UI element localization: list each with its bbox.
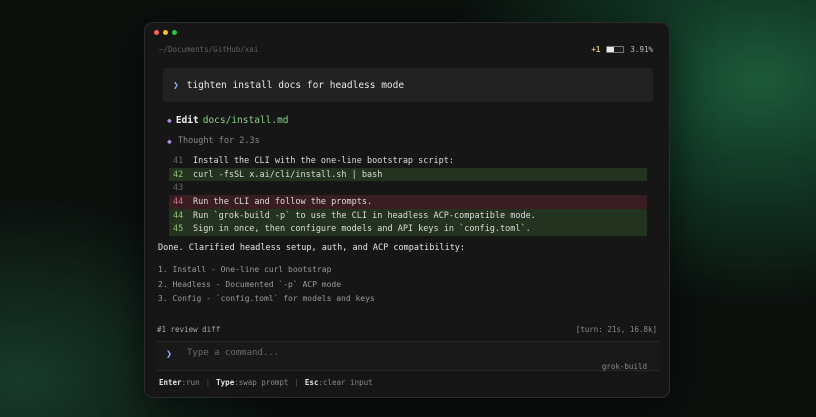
diff-line-text: Install the CLI with the one-line bootst… bbox=[193, 155, 454, 166]
diff-line: 43 bbox=[169, 181, 647, 195]
hint-key: Esc bbox=[304, 378, 319, 387]
diff-line-text: Run `grok-build -p` to use the CLI in he… bbox=[193, 210, 536, 221]
summary-done: Done. Clarified headless setup, auth, an… bbox=[158, 243, 466, 253]
hint-separator: | bbox=[205, 378, 211, 387]
hint-action: :run bbox=[181, 378, 200, 387]
window-controls bbox=[154, 30, 177, 35]
change-count: +1 bbox=[591, 45, 601, 54]
terminal-window: ~/Documents/GitHub/xai +1 3.91% ❯ tighte… bbox=[144, 22, 670, 398]
review-diff-label[interactable]: #1 review diff bbox=[157, 325, 220, 334]
diff-line-text: Run the CLI and follow the prompts. bbox=[193, 196, 373, 207]
diff-line: 45 Sign in once, then configure models an… bbox=[169, 222, 647, 237]
thought-text: Thought for 2.3s bbox=[177, 136, 260, 146]
diff-line: 42 curl -fsSL x.ai/cli/install.sh | bash bbox=[169, 167, 647, 182]
hint-action: :clear input bbox=[318, 378, 373, 387]
diff-line-number: 42 bbox=[173, 169, 184, 180]
hint-key: Type bbox=[216, 378, 235, 387]
status-bar: +1 3.91% bbox=[591, 45, 653, 54]
turn-stats: [turn: 21s, 16.8k] bbox=[575, 325, 657, 334]
agent-name: grok-build bbox=[601, 362, 647, 371]
summary-list: 1. Install - One-line curl bootstrap 2. H… bbox=[158, 265, 375, 309]
maximize-window-button[interactable] bbox=[172, 30, 177, 35]
diamond-icon: ◆ bbox=[167, 116, 172, 125]
command-input[interactable] bbox=[187, 348, 487, 358]
working-directory: ~/Documents/GitHub/xai bbox=[159, 45, 259, 54]
edit-header: ◆ Edit docs/install.md bbox=[167, 115, 289, 126]
minimize-window-button[interactable] bbox=[163, 30, 168, 35]
hint-type: Type:swap prompt bbox=[216, 378, 288, 387]
diff-view: 41 Install the CLI with the one-line boot… bbox=[169, 154, 647, 237]
user-prompt: ❯ tighten install docs for headless mode bbox=[163, 68, 653, 102]
summary-item: 2. Headless - Documented `-p` ACP mode bbox=[158, 279, 342, 289]
diff-line-number: 44 bbox=[173, 210, 184, 221]
hint-esc: Esc:clear input bbox=[305, 378, 373, 387]
context-usage-fill bbox=[607, 47, 614, 52]
summary-item: 3. Config - `config.toml` for models and… bbox=[158, 294, 375, 303]
user-prompt-text: tighten install docs for headless mode bbox=[186, 79, 405, 91]
command-chevron-icon: ❯ bbox=[166, 349, 173, 360]
diff-line-number: 43 bbox=[173, 183, 184, 194]
close-window-button[interactable] bbox=[154, 30, 159, 35]
diff-line-text: Sign in once, then configure models and … bbox=[193, 224, 531, 235]
hint-action: :swap prompt bbox=[234, 378, 289, 387]
diff-line-number: 45 bbox=[173, 224, 184, 235]
diff-line: 41 Install the CLI with the one-line boot… bbox=[169, 154, 647, 168]
diff-line: 44 Run `grok-build -p` to use the CLI in … bbox=[169, 208, 647, 223]
thought-indicator: ◆ Thought for 2.3s bbox=[167, 136, 260, 146]
keyboard-hints: Enter:run | Type:swap prompt | Esc:clear inp… bbox=[159, 378, 373, 387]
hint-key: Enter bbox=[159, 378, 182, 387]
edit-file-path[interactable]: docs/install.md bbox=[203, 115, 289, 126]
diff-line-number: 41 bbox=[173, 155, 184, 166]
command-box: ❯ grok-build bbox=[157, 341, 659, 371]
prompt-chevron-icon: ❯ bbox=[173, 79, 179, 91]
hint-enter: Enter:run bbox=[159, 378, 200, 387]
diamond-icon: ◆ bbox=[167, 136, 172, 146]
diff-line: 44 Run the CLI and follow the prompts. bbox=[169, 195, 647, 209]
context-usage-percent: 3.91% bbox=[630, 45, 653, 54]
diff-line-number: 44 bbox=[173, 196, 184, 207]
context-usage-bar bbox=[606, 46, 625, 53]
hint-separator: | bbox=[294, 378, 299, 387]
edit-label: Edit bbox=[175, 115, 199, 126]
diff-line-text: curl -fsSL x.ai/cli/install.sh | bash bbox=[193, 169, 383, 180]
summary-item: 1. Install - One-line curl bootstrap bbox=[158, 265, 332, 274]
